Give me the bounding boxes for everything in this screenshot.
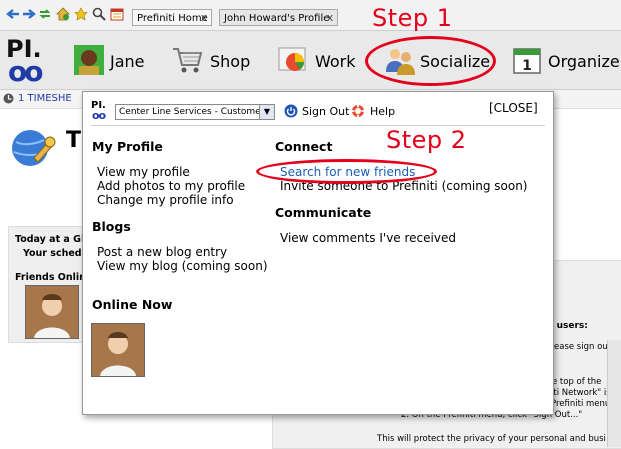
scrollbar[interactable] bbox=[607, 340, 621, 447]
svg-text:1: 1 bbox=[522, 58, 532, 74]
nav-jane[interactable]: Jane bbox=[74, 43, 146, 79]
globe-tools-icon bbox=[12, 130, 56, 166]
nav-shop[interactable]: Shop bbox=[172, 43, 252, 79]
info-line: iti Network" is bbox=[551, 388, 611, 398]
info-line: This will protect the privacy of your pe… bbox=[377, 434, 606, 444]
change-profile-link[interactable]: Change my profile info bbox=[97, 193, 234, 207]
friends-online-label: Friends Onlin bbox=[15, 272, 86, 283]
tab-john-howard-profile[interactable]: John Howard's Profile x bbox=[219, 9, 338, 26]
power-icon[interactable] bbox=[284, 104, 298, 118]
company-select-value: Center Line Services - Customer bbox=[119, 107, 265, 117]
calendar-icon: 1 bbox=[513, 48, 541, 74]
reload-icon[interactable] bbox=[38, 7, 52, 21]
step2-annotation: Step 2 bbox=[386, 126, 467, 154]
add-photos-link[interactable]: Add photos to my profile bbox=[97, 179, 245, 193]
prefiniti-logo[interactable]: PI. oo bbox=[6, 35, 50, 88]
pie-chart-icon bbox=[278, 47, 306, 71]
page-title-fragment: T bbox=[66, 128, 82, 153]
logo-infinity: oo bbox=[8, 55, 44, 88]
search-icon[interactable] bbox=[92, 7, 106, 21]
today-heading: Today at a Gl bbox=[15, 234, 85, 245]
online-friend-photo[interactable] bbox=[91, 323, 145, 377]
shopping-cart-icon bbox=[173, 48, 203, 73]
friend-avatar-image bbox=[26, 286, 78, 338]
main-nav: PI. oo Jane Shop Work Socialize 1 Organi… bbox=[0, 31, 621, 90]
logo-infinity: oo bbox=[92, 109, 106, 122]
friend-photo[interactable] bbox=[25, 285, 79, 339]
tab-close-icon[interactable]: x bbox=[325, 12, 335, 23]
timesheet-link[interactable]: 1 TIMESHE bbox=[18, 93, 72, 104]
clock-icon bbox=[3, 93, 14, 104]
browser-toolbar: Prefiniti Home x John Howard's Profile x bbox=[0, 0, 621, 31]
online-now-heading: Online Now bbox=[92, 297, 173, 312]
view-blog-link[interactable]: View my blog (coming soon) bbox=[97, 259, 268, 273]
nav-label: Organize bbox=[548, 52, 620, 71]
back-arrow-icon[interactable] bbox=[6, 7, 20, 21]
nav-label: Shop bbox=[210, 52, 251, 71]
close-button[interactable]: [CLOSE] bbox=[489, 101, 538, 115]
view-profile-link[interactable]: View my profile bbox=[97, 165, 190, 179]
friend-avatar-image bbox=[92, 324, 144, 376]
info-heading: r users: bbox=[549, 321, 588, 331]
help-link[interactable]: Help bbox=[370, 105, 395, 118]
tab-close-icon[interactable]: x bbox=[199, 12, 209, 23]
nav-label: Jane bbox=[110, 52, 145, 71]
chevron-down-icon[interactable]: ▼ bbox=[259, 105, 274, 119]
connect-heading: Connect bbox=[275, 139, 333, 154]
sign-out-link[interactable]: Sign Out bbox=[302, 105, 349, 118]
tab-prefiniti-home[interactable]: Prefiniti Home x bbox=[132, 9, 212, 26]
view-comments-link[interactable]: View comments I've received bbox=[280, 231, 456, 245]
tab-label: Prefiniti Home bbox=[137, 13, 208, 24]
socialize-menu-panel: PI. oo Center Line Services - Customer ▼… bbox=[82, 91, 554, 415]
nav-work[interactable]: Work bbox=[277, 43, 357, 79]
nav-organize[interactable]: 1 Organize bbox=[512, 43, 620, 79]
company-select[interactable]: Center Line Services - Customer ▼ bbox=[115, 104, 275, 120]
home-icon[interactable] bbox=[56, 7, 70, 21]
info-line: e top of the bbox=[552, 377, 602, 387]
blogs-heading: Blogs bbox=[92, 219, 131, 234]
bookmark-icon[interactable] bbox=[74, 7, 88, 21]
tab-label: John Howard's Profile bbox=[224, 13, 330, 24]
step1-highlight-ellipse bbox=[365, 36, 496, 86]
help-lifebuoy-icon[interactable] bbox=[351, 104, 365, 118]
nav-label: Work bbox=[315, 52, 356, 71]
today-box: Today at a Gl Your schedu Friends Onlin bbox=[8, 226, 88, 343]
panel-divider bbox=[91, 125, 545, 126]
forward-arrow-icon[interactable] bbox=[22, 7, 36, 21]
info-line: Prefiniti menu. bbox=[551, 399, 613, 409]
step2-highlight-ellipse bbox=[256, 159, 437, 184]
my-profile-heading: My Profile bbox=[92, 139, 163, 154]
post-blog-link[interactable]: Post a new blog entry bbox=[97, 245, 227, 259]
communicate-heading: Communicate bbox=[275, 205, 372, 220]
today-schedule: Your schedu bbox=[23, 248, 89, 259]
step1-annotation: Step 1 bbox=[372, 4, 453, 32]
avatar-icon bbox=[74, 45, 104, 75]
panel-logo: PI. oo bbox=[91, 100, 111, 122]
calendar-small-icon[interactable] bbox=[110, 7, 124, 21]
